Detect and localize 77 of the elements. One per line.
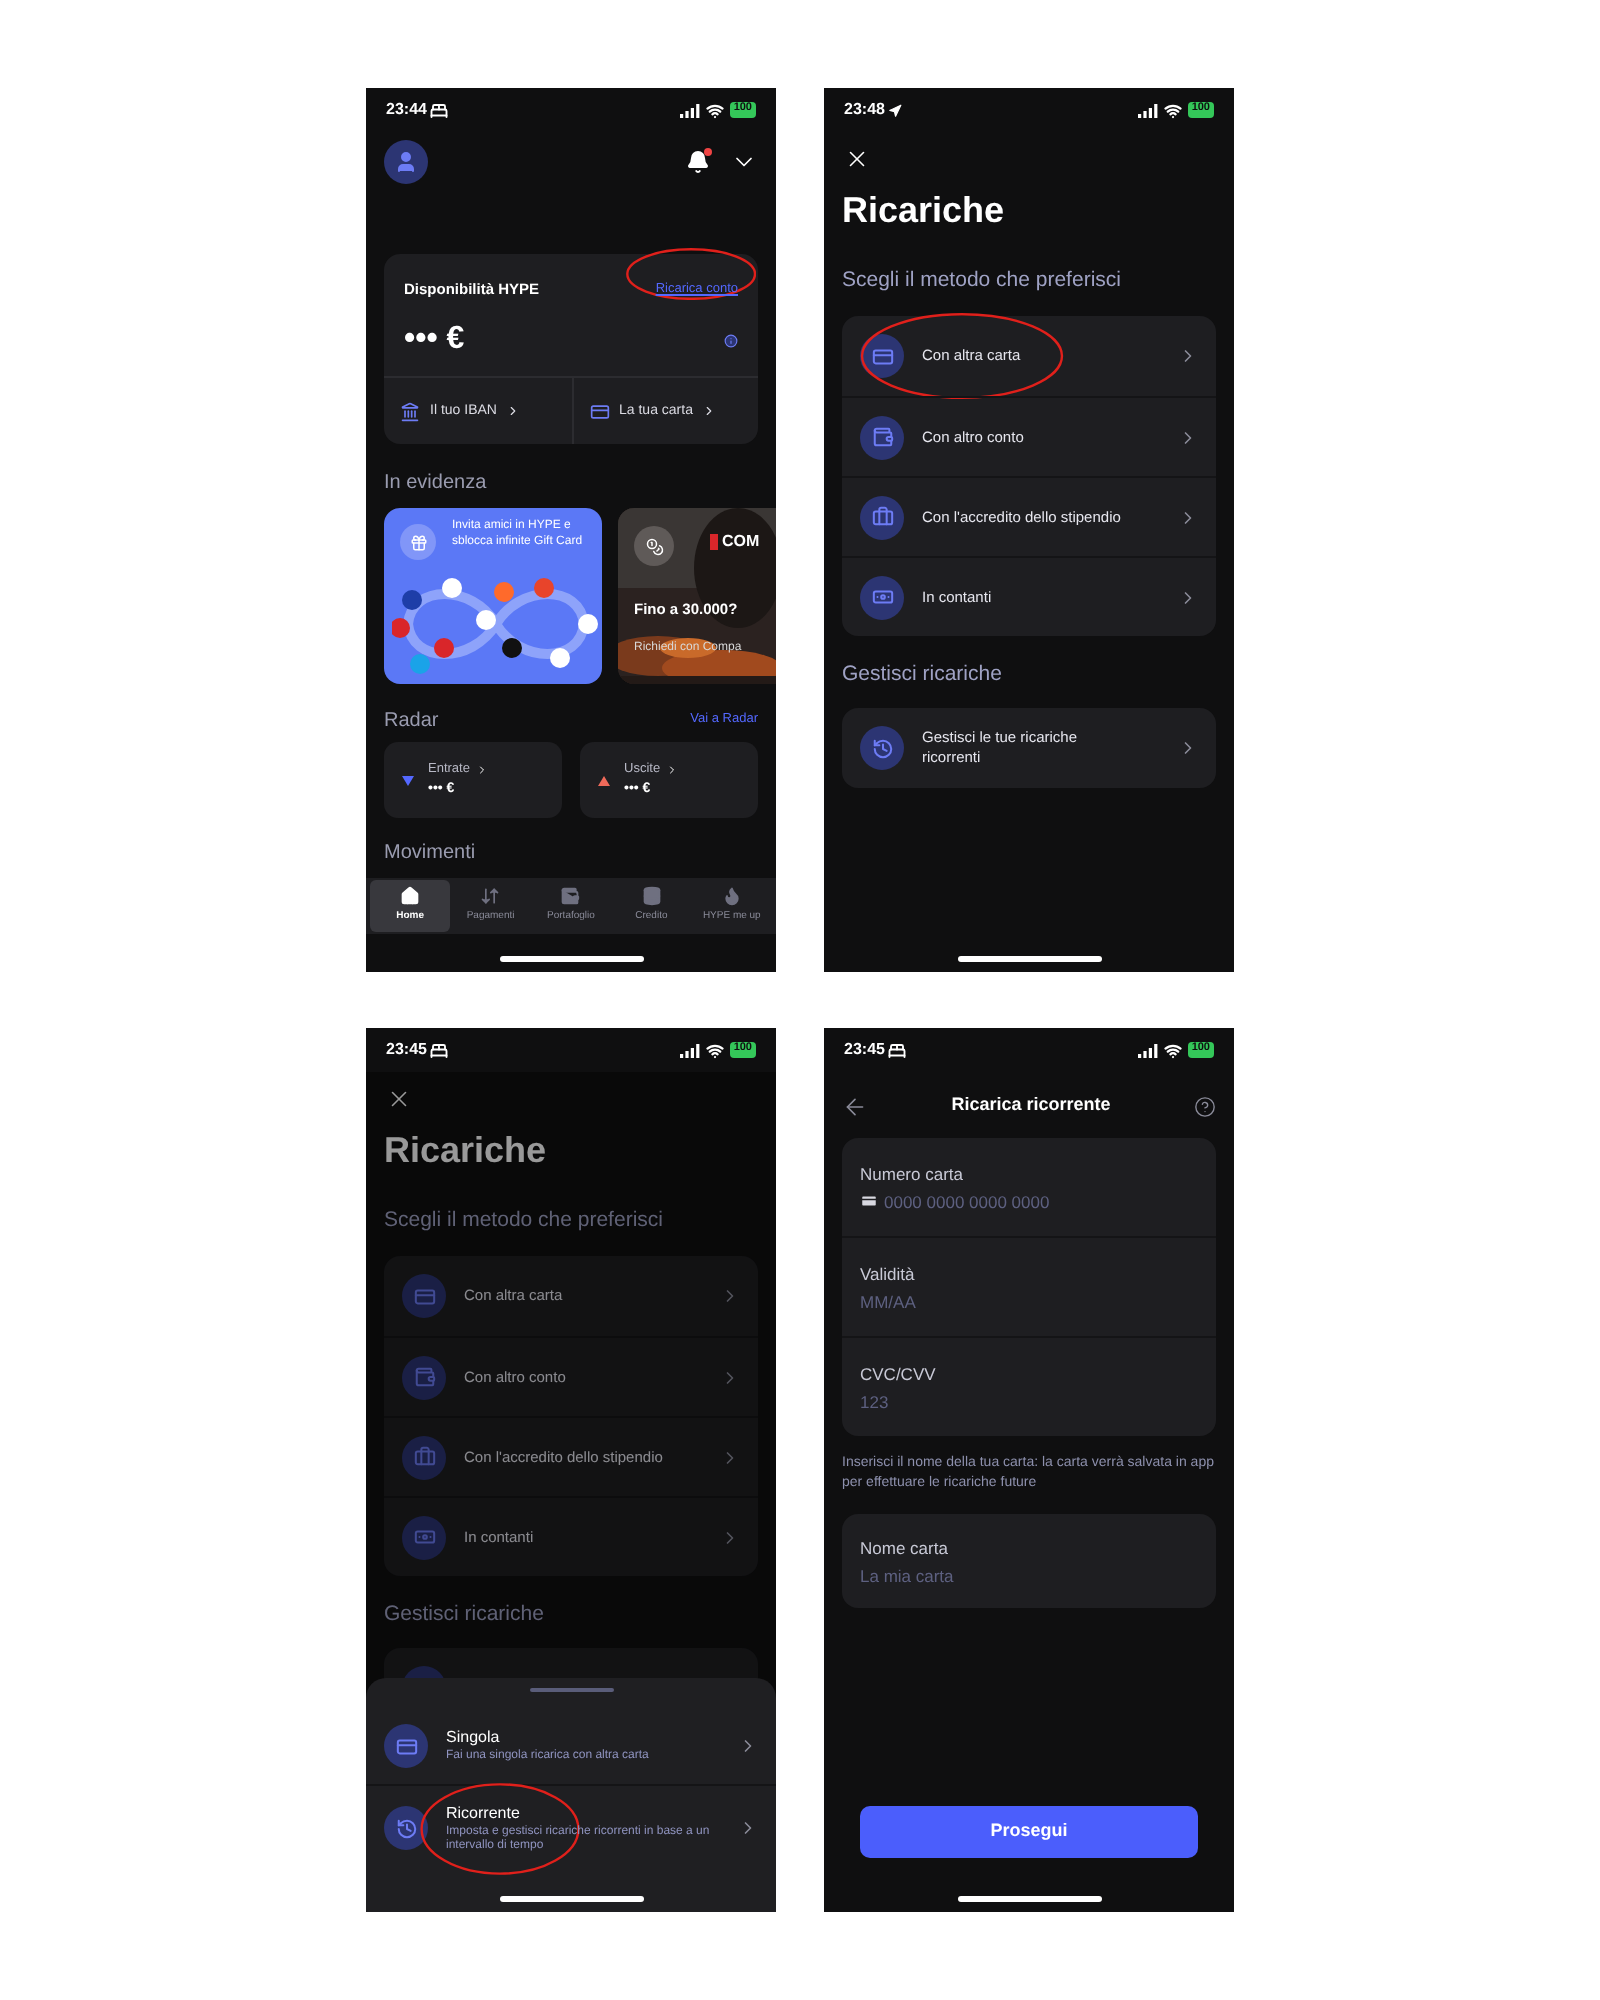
person-icon bbox=[394, 150, 418, 174]
help-icon bbox=[1193, 1095, 1216, 1117]
help-button[interactable] bbox=[1193, 1095, 1216, 1117]
section-title: In evidenza bbox=[382, 472, 489, 497]
bed-icon bbox=[888, 1041, 907, 1059]
flame-icon bbox=[721, 886, 742, 907]
section-title: Movimenti bbox=[382, 842, 478, 867]
chevron-right-icon bbox=[506, 404, 521, 419]
clock-time: 23:45 bbox=[844, 1038, 885, 1062]
section-title: Radar bbox=[384, 707, 439, 736]
section-title: Gestisci ricariche bbox=[382, 1602, 546, 1628]
wifi-icon bbox=[705, 1041, 724, 1059]
back-arrow-icon bbox=[842, 1093, 868, 1119]
gift-icon bbox=[400, 524, 436, 561]
clock-time: 23:48 bbox=[844, 98, 885, 122]
clock-history-icon bbox=[384, 1806, 428, 1850]
text-input[interactable]: 123 bbox=[860, 1391, 1160, 1411]
field-label: Validità bbox=[860, 1263, 917, 1283]
coin-stack-icon bbox=[641, 886, 662, 907]
wifi-icon bbox=[1163, 1041, 1182, 1059]
home-indicator bbox=[957, 956, 1101, 962]
page-title: Ricarica ricorrente bbox=[951, 1092, 1111, 1119]
section-title: Gestisci ricariche bbox=[840, 662, 1004, 688]
home-indicator bbox=[499, 956, 643, 962]
bank-icon bbox=[400, 401, 420, 422]
chevron-right-icon bbox=[666, 764, 679, 776]
credit-card-icon bbox=[402, 1274, 446, 1318]
location-arrow-icon bbox=[888, 103, 903, 117]
brand-logo: COM bbox=[710, 534, 760, 551]
text-input[interactable]: MM/AA bbox=[860, 1291, 1160, 1311]
home-icon bbox=[400, 886, 421, 907]
credit-card-icon bbox=[384, 1724, 428, 1768]
briefcase-icon bbox=[860, 495, 904, 539]
banknote-icon bbox=[402, 1515, 446, 1559]
wallet-icon bbox=[402, 1355, 446, 1399]
field-label: Numero carta bbox=[860, 1163, 965, 1183]
wifi-icon bbox=[705, 101, 724, 119]
continue-button[interactable]: Prosegui bbox=[860, 1806, 1198, 1858]
clock-history-icon bbox=[860, 726, 904, 770]
back-button[interactable] bbox=[842, 1093, 868, 1119]
balance-amount: ••• € bbox=[404, 320, 465, 361]
card-icon bbox=[860, 1192, 878, 1210]
signal-icon bbox=[679, 103, 700, 117]
banknote-icon bbox=[860, 575, 904, 619]
credit-card-icon bbox=[860, 334, 904, 378]
section-title: Scegli il metodo che preferisci bbox=[840, 268, 1123, 294]
notification-bell-icon[interactable] bbox=[686, 150, 710, 174]
sheet-handle[interactable] bbox=[529, 1688, 613, 1692]
briefcase-icon bbox=[402, 1435, 446, 1479]
transfer-arrows-icon bbox=[480, 886, 501, 907]
option-title: Ricorrente bbox=[446, 1801, 522, 1825]
text-input[interactable]: La mia carta bbox=[860, 1565, 1160, 1585]
field-label: Nome carta bbox=[860, 1537, 950, 1557]
card-icon bbox=[589, 401, 609, 422]
section-title: Scegli il metodo che preferisci bbox=[382, 1208, 665, 1234]
home-indicator bbox=[957, 1896, 1101, 1902]
bed-icon bbox=[430, 101, 449, 119]
profile-avatar[interactable] bbox=[384, 140, 428, 184]
signal-icon bbox=[1137, 1043, 1158, 1057]
chevron-right-icon bbox=[475, 764, 488, 776]
up-triangle-icon bbox=[598, 775, 610, 786]
page-title: Ricariche bbox=[382, 1128, 549, 1172]
clock-time: 23:45 bbox=[386, 1038, 427, 1062]
wallet-icon bbox=[560, 886, 581, 907]
signal-icon bbox=[1137, 103, 1158, 117]
bed-icon bbox=[430, 1041, 449, 1059]
info-icon[interactable] bbox=[724, 333, 738, 348]
wallet-icon bbox=[860, 415, 904, 459]
chevron-right-icon bbox=[702, 404, 717, 419]
option-title: Singola bbox=[446, 1726, 502, 1749]
field-label: CVC/CVV bbox=[860, 1363, 938, 1383]
page-title: Ricariche bbox=[840, 188, 1007, 232]
down-triangle-icon bbox=[402, 775, 414, 786]
clock-time: 23:44 bbox=[386, 98, 427, 122]
signal-icon bbox=[679, 1043, 700, 1057]
wifi-icon bbox=[1163, 101, 1182, 119]
text-input[interactable]: 0000 0000 0000 0000 bbox=[884, 1191, 1184, 1211]
